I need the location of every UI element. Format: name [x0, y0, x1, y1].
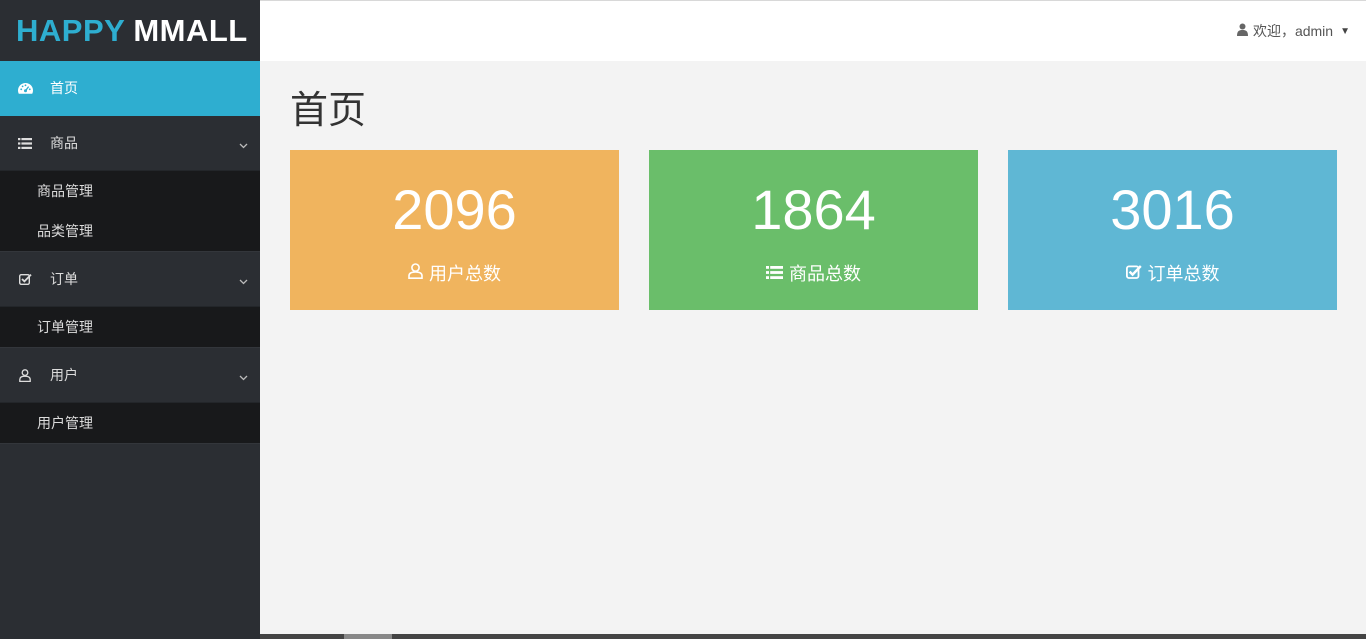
user-outline-icon: [0, 368, 50, 382]
main-content: 首页 2096 用户总数 1864 商品总数 3016 订单总数: [260, 61, 1366, 639]
stat-cards: 2096 用户总数 1864 商品总数 3016 订单总数: [290, 150, 1337, 310]
logo-mmall: MMALL: [133, 12, 248, 48]
stat-count: 2096: [392, 178, 517, 241]
stat-label: 用户总数: [408, 260, 501, 286]
user-menu[interactable]: 欢迎，admin ▼: [1236, 20, 1350, 42]
caret-down-icon: ▼: [1340, 25, 1350, 37]
horizontal-scrollbar[interactable]: [260, 634, 1366, 639]
logo[interactable]: HAPPY MMALL: [0, 0, 260, 61]
user-outline-icon: [408, 262, 423, 284]
sidebar-item-users[interactable]: 用户: [0, 348, 260, 403]
sidebar-item-category-management[interactable]: 品类管理: [0, 211, 260, 251]
submenu-products: 商品管理 品类管理: [0, 171, 260, 252]
stat-label-text: 订单总数: [1147, 264, 1220, 284]
sidebar-item-products[interactable]: 商品: [0, 116, 260, 171]
stat-count: 1864: [751, 178, 876, 241]
stat-label: 订单总数: [1125, 260, 1220, 286]
sidebar-item-user-management[interactable]: 用户管理: [0, 403, 260, 443]
sidebar-item-label: 商品: [50, 135, 78, 151]
sidebar-item-order-management[interactable]: 订单管理: [0, 307, 260, 347]
sidebar-item-label: 用户: [50, 367, 78, 383]
scrollbar-thumb[interactable]: [344, 634, 392, 639]
page-title: 首页: [290, 90, 367, 132]
app: 欢迎，admin ▼ HAPPY MMALL 首页 商品 商品管理 品类管理 订…: [0, 0, 1366, 639]
chevron-down-icon: [239, 368, 248, 384]
list-icon: [0, 137, 50, 149]
chevron-down-icon: [239, 272, 248, 288]
stat-card-products[interactable]: 1864 商品总数: [649, 150, 978, 310]
list-icon: [766, 263, 783, 284]
sidebar-item-home[interactable]: 首页: [0, 61, 260, 116]
stat-count: 3016: [1110, 178, 1235, 241]
stat-label: 商品总数: [766, 260, 861, 286]
logo-happy: HAPPY: [16, 12, 126, 48]
sidebar-item-label: 首页: [50, 80, 78, 96]
submenu-orders: 订单管理: [0, 307, 260, 348]
stat-card-orders[interactable]: 3016 订单总数: [1008, 150, 1337, 310]
stat-card-users[interactable]: 2096 用户总数: [290, 150, 619, 310]
stat-label-text: 用户总数: [429, 264, 501, 284]
welcome-text: 欢迎，admin: [1252, 23, 1334, 39]
chevron-down-icon: [239, 136, 248, 152]
dashboard-icon: [0, 82, 50, 94]
check-square-icon: [0, 273, 50, 285]
sidebar: HAPPY MMALL 首页 商品 商品管理 品类管理 订单 订单管理 用户 用…: [0, 0, 260, 639]
stat-label-text: 商品总数: [789, 264, 861, 284]
user-icon: [1236, 23, 1248, 39]
submenu-users: 用户管理: [0, 403, 260, 444]
sidebar-item-label: 订单: [50, 271, 78, 287]
sidebar-item-product-management[interactable]: 商品管理: [0, 171, 260, 211]
sidebar-item-orders[interactable]: 订单: [0, 252, 260, 307]
check-square-icon: [1125, 263, 1142, 284]
